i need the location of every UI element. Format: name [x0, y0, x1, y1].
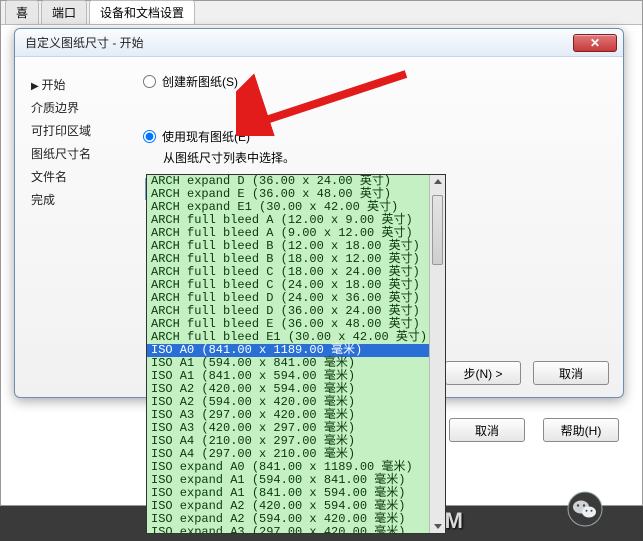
- radio-create[interactable]: [143, 75, 156, 88]
- nav-step-0[interactable]: 开始: [31, 73, 127, 96]
- outer-cancel-button[interactable]: 取消: [449, 418, 525, 442]
- wizard-nav: 开始介质边界可打印区域图纸尺寸名文件名完成: [15, 57, 135, 397]
- next-button[interactable]: 步(N) >: [445, 361, 521, 385]
- nav-step-2[interactable]: 可打印区域: [31, 119, 127, 142]
- dialog-title: 自定义图纸尺寸 - 开始: [25, 34, 144, 51]
- close-button[interactable]: ✕: [573, 34, 617, 52]
- radio-use-label: 使用现有图纸(E): [162, 128, 250, 145]
- nav-step-5[interactable]: 完成: [31, 188, 127, 211]
- dropdown-scrollbar[interactable]: [429, 175, 445, 533]
- tabs-row: 喜 端口 设备和文档设置: [1, 1, 642, 25]
- scrollbar-thumb[interactable]: [432, 195, 443, 265]
- tab-0[interactable]: 喜: [5, 0, 39, 24]
- list-item[interactable]: ISO expand A3 (297.00 x 420.00 毫米): [147, 526, 445, 534]
- radio-use-existing[interactable]: [143, 130, 156, 143]
- wechat-icon: [567, 491, 603, 527]
- nav-step-1[interactable]: 介质边界: [31, 96, 127, 119]
- tab-2[interactable]: 设备和文档设置: [89, 0, 195, 24]
- tab-1[interactable]: 端口: [41, 0, 87, 24]
- radio-create-label: 创建新图纸(S): [162, 73, 238, 90]
- nav-step-4[interactable]: 文件名: [31, 165, 127, 188]
- radio-use-row[interactable]: 使用现有图纸(E): [143, 128, 607, 145]
- radio-create-row[interactable]: 创建新图纸(S): [143, 73, 607, 90]
- dialog-buttons: 步(N) > 取消: [445, 361, 609, 385]
- nav-step-3[interactable]: 图纸尺寸名: [31, 142, 127, 165]
- cancel-button[interactable]: 取消: [533, 361, 609, 385]
- paper-size-dropdown-list[interactable]: ARCH expand D (36.00 x 24.00 英寸)ARCH exp…: [146, 174, 446, 534]
- titlebar: 自定义图纸尺寸 - 开始 ✕: [15, 29, 623, 57]
- help-button[interactable]: 帮助(H): [543, 418, 619, 442]
- outer-buttons: 取消 帮助(H): [449, 418, 619, 442]
- use-existing-desc: 从图纸尺寸列表中选择。: [163, 149, 607, 166]
